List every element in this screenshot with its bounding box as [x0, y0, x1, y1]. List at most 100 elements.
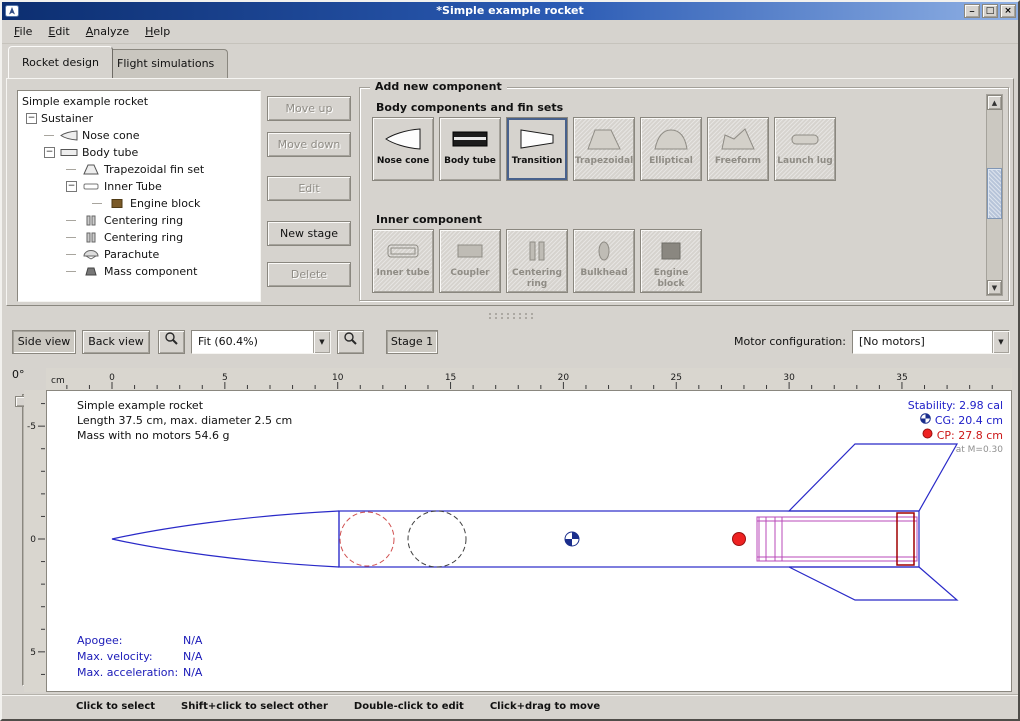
tab-rocket-design[interactable]: Rocket design — [8, 46, 113, 78]
palette-body-tube-button[interactable]: Body tube — [439, 117, 501, 181]
palette-elliptical-button: Elliptical — [640, 117, 702, 181]
centering-ring-icon — [517, 234, 557, 268]
inner-tube-outline — [757, 517, 917, 561]
zoom-out-button[interactable] — [158, 330, 185, 354]
tab-flight-simulations[interactable]: Flight simulations — [103, 49, 228, 78]
centering-ring-icon — [81, 232, 101, 243]
launch-lug-icon — [785, 122, 825, 156]
design-top-pane: Simple example rocket − Sustainer Nose c… — [6, 78, 1014, 306]
tree-item-inner-tube[interactable]: − Inner Tube — [18, 178, 260, 195]
cp-marker — [733, 533, 746, 546]
zoom-combo[interactable]: Fit (60.4%) ▼ — [191, 330, 331, 354]
zoom-combo-value: Fit (60.4%) — [192, 331, 313, 353]
engine-block-icon — [651, 234, 691, 268]
body-tube-icon — [59, 147, 79, 158]
palette-launch-lug-button: Launch lug — [774, 117, 836, 181]
apogee-label: Apogee: — [77, 633, 183, 649]
svg-text:0: 0 — [109, 373, 115, 383]
mach-note: at M=0.30 — [908, 443, 1003, 458]
svg-text:5: 5 — [222, 373, 228, 383]
hint-double-click: Double-click to edit — [354, 701, 464, 719]
motor-configuration-combo[interactable]: [No motors] ▼ — [852, 330, 1010, 354]
stage-1-toggle-button[interactable]: Stage 1 — [386, 330, 438, 354]
centering-ring-icon — [81, 215, 101, 226]
menu-file[interactable]: File — [6, 22, 40, 41]
stability-info: Stability: 2.98 cal CG: 20.4 cm CP: 27.8… — [908, 398, 1003, 458]
scrollbar-thumb[interactable] — [987, 168, 1002, 219]
parachute-outline — [340, 512, 394, 566]
magnifier-icon — [164, 331, 179, 354]
palette-nose-cone-button[interactable]: Nose cone — [372, 117, 434, 181]
svg-text:5: 5 — [30, 648, 36, 658]
collapse-icon[interactable]: − — [44, 147, 55, 158]
tree-item-nose-cone[interactable]: Nose cone — [18, 127, 260, 144]
elliptical-fin-icon — [651, 122, 691, 156]
nose-cone-icon — [59, 130, 79, 141]
tree-item-centering-ring-2[interactable]: Centering ring — [18, 229, 260, 246]
inner-component-section-label: Inner component — [376, 213, 482, 226]
component-tree[interactable]: Simple example rocket − Sustainer Nose c… — [17, 90, 261, 302]
minimize-button[interactable]: _ — [964, 4, 980, 18]
body-tube-icon — [450, 122, 490, 156]
menu-edit[interactable]: Edit — [40, 22, 77, 41]
max-velocity-label: Max. velocity: — [77, 649, 183, 665]
palette-engine-block-button: Engine block — [640, 229, 702, 293]
close-button[interactable]: × — [1000, 4, 1016, 18]
body-components-section-label: Body components and fin sets — [376, 101, 563, 114]
svg-text:0: 0 — [30, 535, 36, 545]
tree-item-fin-set[interactable]: Trapezoidal fin set — [18, 161, 260, 178]
cg-value: CG: 20.4 cm — [935, 413, 1003, 428]
collapse-icon[interactable]: − — [26, 113, 37, 124]
collapse-icon[interactable]: − — [66, 181, 77, 192]
tree-item-parachute[interactable]: Parachute — [18, 246, 260, 263]
svg-text:30: 30 — [783, 373, 795, 383]
tree-item-sustainer[interactable]: − Sustainer — [18, 110, 260, 127]
coupler-icon — [450, 234, 490, 268]
palette-transition-button[interactable]: Transition — [506, 117, 568, 181]
palette-trapezoidal-button: Trapezoidal — [573, 117, 635, 181]
side-view-button[interactable]: Side view — [12, 330, 76, 354]
scrollbar-track[interactable] — [987, 110, 1002, 280]
delete-button: Delete — [267, 262, 351, 287]
motor-configuration-value: [No motors] — [853, 331, 992, 353]
palette-scrollbar[interactable]: ▲ ▼ — [986, 94, 1003, 296]
menu-help[interactable]: Help — [137, 22, 178, 41]
tree-item-mass-component[interactable]: Mass component — [18, 263, 260, 280]
tree-item-body-tube[interactable]: − Body tube — [18, 144, 260, 161]
tree-item-engine-block[interactable]: Engine block — [18, 195, 260, 212]
palette-inner-tube-button: Inner tube — [372, 229, 434, 293]
tree-item-centering-ring-1[interactable]: Centering ring — [18, 212, 260, 229]
inner-tube-icon — [383, 234, 423, 268]
rocket-canvas[interactable]: Simple example rocket Length 37.5 cm, ma… — [46, 390, 1012, 692]
zoom-in-button[interactable] — [337, 330, 364, 354]
palette-freeform-button: Freeform — [707, 117, 769, 181]
splitter-handle[interactable] — [6, 307, 1014, 325]
chevron-down-icon[interactable]: ▼ — [992, 331, 1009, 353]
menu-analyze[interactable]: Analyze — [78, 22, 137, 41]
maximize-button[interactable]: □ — [982, 4, 998, 18]
window-title: *Simple example rocket — [2, 2, 1018, 20]
palette-bulkhead-button: Bulkhead — [573, 229, 635, 293]
edit-button: Edit — [267, 176, 351, 201]
max-velocity-value: N/A — [183, 649, 202, 665]
lower-fin-outline — [789, 567, 957, 600]
palette-coupler-button: Coupler — [439, 229, 501, 293]
tree-item-rocket[interactable]: Simple example rocket — [18, 93, 260, 110]
scroll-down-icon[interactable]: ▼ — [987, 280, 1002, 295]
new-stage-button[interactable]: New stage — [267, 221, 351, 246]
move-down-button: Move down — [267, 132, 351, 157]
splitter-grip-icon — [487, 312, 533, 320]
move-up-button: Move up — [267, 96, 351, 121]
title-bar[interactable]: *Simple example rocket _ □ × — [2, 2, 1018, 20]
bulkhead-icon — [584, 234, 624, 268]
nose-cone-icon — [383, 122, 423, 156]
vertical-ruler: -505 — [24, 390, 46, 692]
scroll-up-icon[interactable]: ▲ — [987, 95, 1002, 110]
motor-configuration-label: Motor configuration: — [706, 335, 846, 348]
chevron-down-icon[interactable]: ▼ — [313, 331, 330, 353]
centering-ring-outline — [759, 517, 766, 561]
back-view-button[interactable]: Back view — [82, 330, 150, 354]
cg-legend-icon — [920, 413, 931, 428]
svg-text:20: 20 — [558, 373, 570, 383]
status-bar: Click to select Shift+click to select ot… — [2, 694, 1018, 719]
